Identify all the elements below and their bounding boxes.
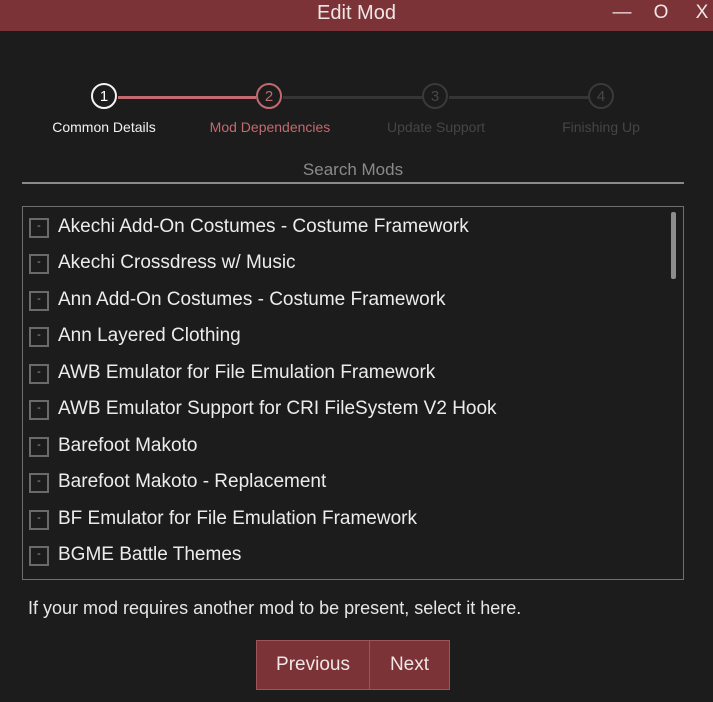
step-1-indicator[interactable]: 1	[91, 83, 117, 109]
mod-checkbox[interactable]: -	[29, 473, 49, 493]
step-1-label: Common Details	[52, 119, 156, 135]
list-item[interactable]: - Akechi Add-On Costumes - Costume Frame…	[28, 210, 668, 240]
title-bar: Edit Mod — O X	[0, 0, 713, 31]
search-mods-input[interactable]	[22, 158, 684, 184]
step-connector-1	[118, 96, 256, 99]
mod-checkbox[interactable]: -	[29, 400, 49, 420]
list-item[interactable]: - Barefoot Makoto - Replacement	[28, 465, 668, 495]
mod-checkbox[interactable]: -	[29, 327, 49, 347]
window-title: Edit Mod	[317, 2, 396, 24]
mod-name: Ann Add-On Costumes - Costume Framework	[58, 289, 446, 310]
next-button[interactable]: Next	[369, 640, 450, 690]
mod-checkbox[interactable]: -	[29, 546, 49, 566]
mod-name: Akechi Crossdress w/ Music	[58, 252, 296, 273]
list-item[interactable]: - BGME Battle Themes	[28, 538, 668, 568]
step-2-label: Mod Dependencies	[209, 119, 331, 135]
mod-name: Ann Layered Clothing	[58, 325, 241, 346]
mod-checkbox[interactable]: -	[29, 510, 49, 530]
close-button[interactable]: X	[688, 2, 713, 24]
list-item[interactable]: - AWB Emulator for File Emulation Framew…	[28, 356, 668, 386]
step-connector-2	[283, 96, 422, 99]
mod-name: BGME Battle Themes	[58, 544, 242, 565]
list-scrollbar[interactable]	[671, 212, 676, 279]
mod-checkbox[interactable]: -	[29, 437, 49, 457]
mod-name: AWB Emulator for File Emulation Framewor…	[58, 362, 436, 383]
step-connector-3	[449, 96, 588, 99]
mod-checkbox[interactable]: -	[29, 218, 49, 238]
minimize-button[interactable]: —	[608, 2, 636, 24]
list-item[interactable]: - AWB Emulator Support for CRI FileSyste…	[28, 392, 668, 422]
previous-button[interactable]: Previous	[256, 640, 370, 690]
mod-name: BF Emulator for File Emulation Framework	[58, 508, 417, 529]
mod-checkbox[interactable]: -	[29, 364, 49, 384]
maximize-button[interactable]: O	[647, 2, 675, 24]
step-2-indicator[interactable]: 2	[256, 83, 282, 109]
wizard-stepper: 1 2 3 4 Common Details Mod Dependencies …	[0, 80, 713, 140]
mod-name: Barefoot Makoto - Replacement	[58, 471, 327, 492]
step-4-label: Finishing Up	[562, 119, 640, 135]
mod-name: Akechi Add-On Costumes - Costume Framewo…	[58, 216, 469, 237]
mod-checkbox[interactable]: -	[29, 291, 49, 311]
step-3-label: Update Support	[386, 119, 486, 135]
help-text: If your mod requires another mod to be p…	[28, 598, 522, 618]
list-item[interactable]: - Ann Layered Clothing	[28, 319, 668, 349]
mod-name: Barefoot Makoto	[58, 435, 198, 456]
step-4-indicator[interactable]: 4	[588, 83, 614, 109]
list-item[interactable]: - BF Emulator for File Emulation Framewo…	[28, 502, 668, 532]
list-item[interactable]: - Barefoot Makoto	[28, 429, 668, 459]
mod-checkbox[interactable]: -	[29, 254, 49, 274]
step-3-indicator[interactable]: 3	[422, 83, 448, 109]
list-item[interactable]: - Akechi Crossdress w/ Music	[28, 246, 668, 276]
mod-list[interactable]: - Akechi Add-On Costumes - Costume Frame…	[22, 206, 684, 580]
list-item[interactable]: - Ann Add-On Costumes - Costume Framewor…	[28, 283, 668, 313]
mod-name: AWB Emulator Support for CRI FileSystem …	[58, 398, 497, 419]
